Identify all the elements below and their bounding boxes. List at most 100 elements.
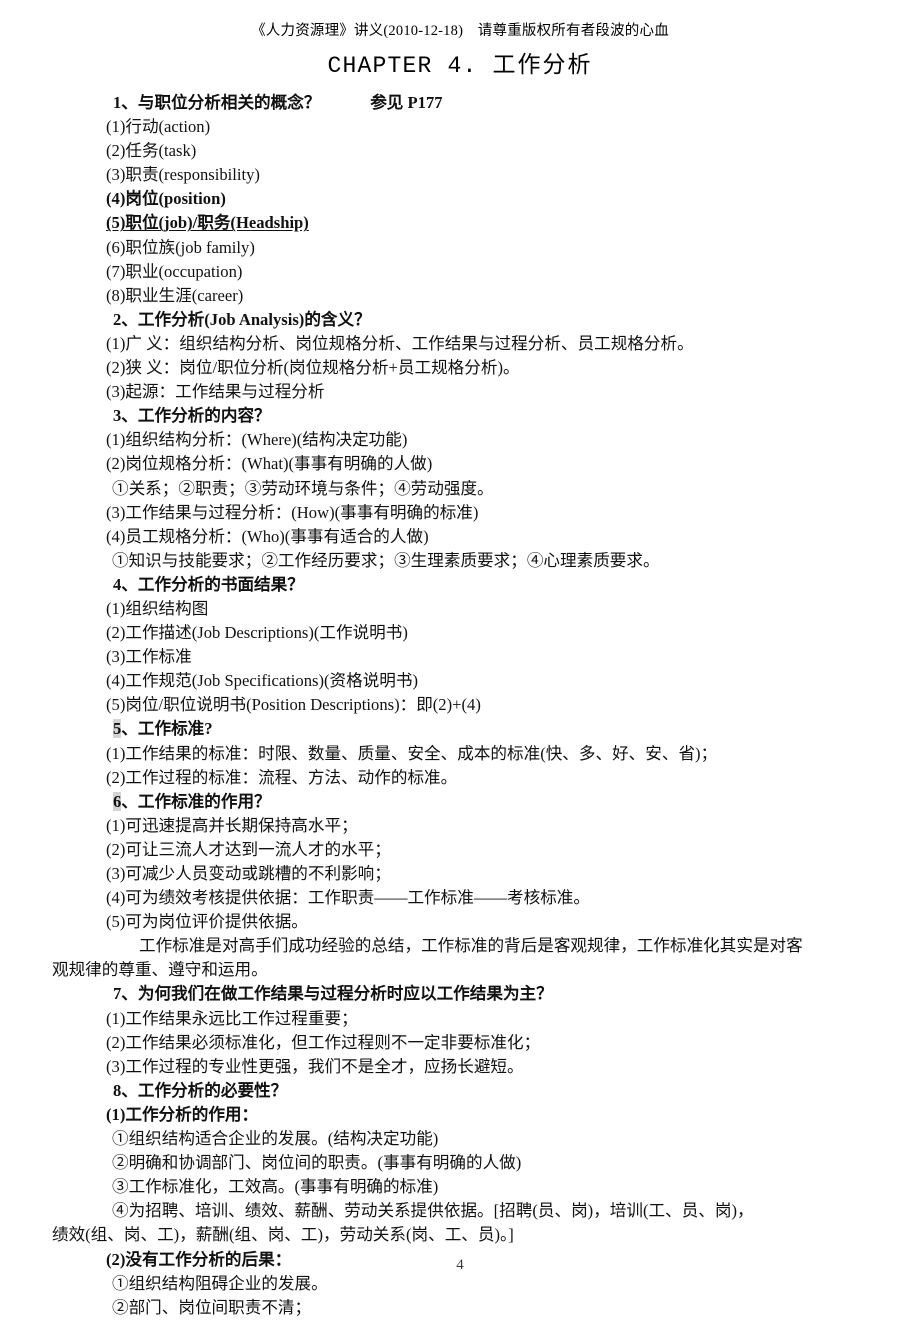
body-line-text: (3)起源：工作结果与过程分析 <box>106 382 325 402</box>
body-line: (2)可让三流人才达到一流人才的水平； <box>0 838 920 862</box>
body-line-text: ①组织结构适合企业的发展。(结构决定功能) <box>112 1129 439 1149</box>
body-line: (2)工作描述(Job Descriptions)(工作说明书) <box>0 621 920 645</box>
body-line-text: (2)工作结果必须标准化，但工作过程则不一定非要标准化； <box>106 1032 541 1052</box>
body-line: ④为招聘、培训、绩效、薪酬、劳动关系提供依据。[招聘(员、岗)，培训(工、员、岗… <box>0 1199 920 1223</box>
body-line: ②部门、岗位间职责不清； <box>0 1296 920 1320</box>
body-line-text: (1)行动(action) <box>106 117 211 137</box>
body-line-text: ③工作标准化，工效高。(事事有明确的标准) <box>112 1177 439 1197</box>
body-line: (2)狭 义：岗位/职位分析(岗位规格分析+员工规格分析)。 <box>0 356 920 380</box>
body-line: (2)工作结果必须标准化，但工作过程则不一定非要标准化； <box>0 1031 920 1055</box>
section-heading-text: 、工作标准? <box>121 719 213 739</box>
chapter-title-cn: 工作分析 <box>492 52 593 77</box>
body-line: (3)起源：工作结果与过程分析 <box>0 380 920 404</box>
section-heading: 8、工作分析的必要性？ <box>113 1080 288 1100</box>
body-line: (3)可减少人员变动或跳槽的不利影响； <box>0 862 920 886</box>
body-line: (1)工作结果永远比工作过程重要； <box>0 1007 920 1031</box>
body-line: (2)岗位规格分析：(What)(事事有明确的人做) <box>0 452 920 476</box>
body-line: (3)工作过程的专业性更强，我们不是全才，应扬长避短。 <box>0 1055 920 1079</box>
section-heading-text: 、工作标准的作用？ <box>121 791 271 811</box>
body-line-text: (4)工作规范(Job Specifications)(资格说明书) <box>106 671 418 691</box>
body-line: 绩效(组、岗、工)，薪酬(组、岗、工)，劳动关系(岗、工、员)。] <box>0 1223 920 1247</box>
body-line-text: ②明确和协调部门、岗位间的职责。(事事有明确的人做) <box>112 1153 522 1173</box>
body-line: (1)工作结果的标准：时限、数量、质量、安全、成本的标准(快、多、好、安、省)； <box>0 742 920 766</box>
body-line-text: (4)员工规格分析：(Who)(事事有适合的人做) <box>106 526 429 546</box>
body-line: ①知识与技能要求；②工作经历要求；③生理素质要求；④心理素质要求。 <box>0 549 920 573</box>
body-line-text: (5)职位(job)/职务(Headship) <box>106 213 309 233</box>
body-line: (4)工作规范(Job Specifications)(资格说明书) <box>0 669 920 693</box>
body-line-text: (3)工作结果与过程分析：(How)(事事有明确的标准) <box>106 502 479 522</box>
body-line-text: ①组织结构阻碍企业的发展。 <box>112 1273 328 1293</box>
body-line: (1)行动(action) <box>0 115 920 139</box>
body-line: (1)广 义：组织结构分析、岗位规格分析、工作结果与过程分析、员工规格分析。 <box>0 332 920 356</box>
body-line: (1)可迅速提高并长期保持高水平； <box>0 814 920 838</box>
body-line-text: ④为招聘、培训、绩效、薪酬、劳动关系提供依据。[招聘(员、岗)，培训(工、员、岗… <box>112 1201 754 1221</box>
section-heading: 2、工作分析(Job Analysis)的含义？ <box>113 309 371 329</box>
section-heading: 1、与职位分析相关的概念？ 参见 P177 <box>113 93 443 112</box>
body-line: ②明确和协调部门、岗位间的职责。(事事有明确的人做) <box>0 1151 920 1175</box>
body-line: (5)职位(job)/职务(Headship) <box>0 211 920 235</box>
body-line-text: (5)岗位/职位说明书(Position Descriptions)：即(2)+… <box>106 695 481 715</box>
body-line: 工作标准是对高手们成功经验的总结，工作标准的背后是客观规律，工作标准化其实是对客 <box>0 934 920 958</box>
body-line-text: (2)狭 义：岗位/职位分析(岗位规格分析+员工规格分析)。 <box>106 358 520 378</box>
body-line-text: (8)职业生涯(career) <box>106 285 244 305</box>
body-line-text: (7)职业(occupation) <box>106 261 243 281</box>
body-line-text: (1)可迅速提高并长期保持高水平； <box>106 815 358 835</box>
body-line: (1)工作分析的作用： <box>0 1103 920 1127</box>
body-line: (3)职责(responsibility) <box>0 163 920 187</box>
body-line: (8)职业生涯(career) <box>0 284 920 308</box>
body-line-text: (2)任务(task) <box>106 141 197 161</box>
body-line-text: 工作标准是对高手们成功经验的总结，工作标准的背后是客观规律，工作标准化其实是对客 <box>139 936 803 956</box>
body-line: (3)工作标准 <box>0 645 920 669</box>
chapter-title-latin: CHAPTER 4. <box>327 53 478 79</box>
body-line-text: ②部门、岗位间职责不清； <box>112 1297 312 1317</box>
body-line-text: (1)组织结构图 <box>106 598 209 618</box>
body-line: (1)组织结构分析：(Where)(结构决定功能) <box>0 428 920 452</box>
body-line-text: (5)可为岗位评价提供依据。 <box>106 912 308 932</box>
body-line: (5)岗位/职位说明书(Position Descriptions)：即(2)+… <box>0 693 920 717</box>
body-line: (5)可为岗位评价提供依据。 <box>0 910 920 934</box>
body-line-text: (1)工作结果的标准：时限、数量、质量、安全、成本的标准(快、多、好、安、省)； <box>106 743 718 763</box>
body-line: (4)员工规格分析：(Who)(事事有适合的人做) <box>0 525 920 549</box>
body-line: (3)工作结果与过程分析：(How)(事事有明确的标准) <box>0 501 920 525</box>
document-body: 1、与职位分析相关的概念？ 参见 P177 (1)行动(action) (2)任务(… <box>0 91 920 1320</box>
body-line: ①组织结构适合企业的发展。(结构决定功能) <box>0 1127 920 1151</box>
section-heading: 4、工作分析的书面结果？ <box>113 574 304 594</box>
body-line-text: ①知识与技能要求；②工作经历要求；③生理素质要求；④心理素质要求。 <box>112 550 660 570</box>
section-heading: 3、工作分析的内容？ <box>113 406 271 426</box>
body-line-text: (2)可让三流人才达到一流人才的水平； <box>106 839 391 859</box>
body-line-text: (2)工作描述(Job Descriptions)(工作说明书) <box>106 623 408 643</box>
section-heading: 7、为何我们在做工作结果与过程分析时应以工作结果为主？ <box>113 984 553 1004</box>
body-line-text: (3)可减少人员变动或跳槽的不利影响； <box>106 864 391 883</box>
body-line: 观规律的尊重、遵守和运用。 <box>0 958 920 982</box>
body-line-text: 绩效(组、岗、工)，薪酬(组、岗、工)，劳动关系(岗、工、员)。] <box>52 1225 514 1245</box>
body-line: (4)可为绩效考核提供依据：工作职责——工作标准——考核标准。 <box>0 886 920 910</box>
body-line: ①组织结构阻碍企业的发展。 <box>0 1272 920 1296</box>
body-line: (7)职业(occupation) <box>0 260 920 284</box>
body-line: (4)岗位(position) <box>0 187 920 211</box>
body-line: ①关系；②职责；③劳动环境与条件；④劳动强度。 <box>0 477 920 501</box>
body-line-text: (1)工作分析的作用： <box>106 1104 259 1124</box>
body-line-text: ①关系；②职责；③劳动环境与条件；④劳动强度。 <box>112 478 494 498</box>
body-line-text: (6)职位族(job family) <box>106 237 255 257</box>
section-heading: 6、工作标准的作用？ <box>0 790 920 814</box>
body-line: ③工作标准化，工效高。(事事有明确的标准) <box>0 1175 920 1199</box>
page-title: CHAPTER 4. 工作分析 <box>0 49 920 82</box>
body-line-text: (2)工作过程的标准：流程、方法、动作的标准。 <box>106 767 458 787</box>
document-page: 《人力资源理》讲义(2010-12-18) 请尊重版权所有者段波的心血 CHAP… <box>0 21 920 1323</box>
body-line: (6)职位族(job family) <box>0 236 920 260</box>
body-line: (1)组织结构图 <box>0 597 920 621</box>
body-line: (2)工作过程的标准：流程、方法、动作的标准。 <box>0 766 920 790</box>
body-line-text: (3)工作过程的专业性更强，我们不是全才，应扬长避短。 <box>106 1056 524 1076</box>
section-heading: 5、工作标准? <box>0 717 920 741</box>
body-line-text: (2)岗位规格分析：(What)(事事有明确的人做) <box>106 454 433 474</box>
body-line-text: (4)岗位(position) <box>106 189 226 209</box>
body-line-text: (1)组织结构分析：(Where)(结构决定功能) <box>106 430 408 450</box>
body-line-text: (3)职责(responsibility) <box>106 165 260 185</box>
body-line-text: (3)工作标准 <box>106 647 192 667</box>
running-head: 《人力资源理》讲义(2010-12-18) 请尊重版权所有者段波的心血 <box>251 23 669 39</box>
body-line: (2)任务(task) <box>0 139 920 163</box>
page-number: 4 <box>456 1257 464 1273</box>
body-line-text: (1)广 义：组织结构分析、岗位规格分析、工作结果与过程分析、员工规格分析。 <box>106 333 694 353</box>
body-line-text: 观规律的尊重、遵守和运用。 <box>52 960 268 980</box>
body-line-text: (1)工作结果永远比工作过程重要； <box>106 1008 358 1028</box>
